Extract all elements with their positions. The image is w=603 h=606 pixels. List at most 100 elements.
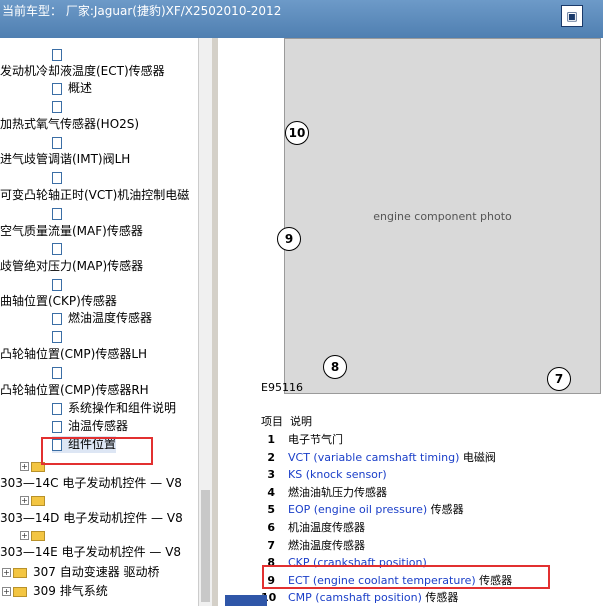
expand-toggle-icon[interactable]: + — [2, 568, 11, 577]
expand-toggle-icon[interactable]: + — [20, 496, 29, 505]
row-description: EOP (engine oil pressure) 传感器 — [288, 501, 464, 518]
tree-item-label: 307 自动变速器 驱动桥 — [33, 565, 160, 579]
tree-item[interactable] — [52, 328, 62, 345]
table-header: 项目 说明 — [261, 413, 312, 429]
tree-item-label: 概述 — [68, 81, 93, 95]
row-description: 燃油油轨压力传感器 — [288, 484, 387, 501]
tree-item[interactable] — [52, 169, 62, 186]
tree-item[interactable] — [52, 276, 62, 293]
tree-item[interactable]: 发动机冷却液温度(ECT)传感器 — [0, 63, 165, 80]
tree-scrollbar[interactable] — [198, 38, 212, 606]
row-description: 机油温度传感器 — [288, 519, 365, 536]
selected-item-highlight — [41, 437, 153, 465]
document-icon — [52, 278, 62, 291]
tree-item-label: 303—14D 电子发动机控件 — V8 — [0, 511, 183, 525]
tree-item[interactable] — [52, 98, 62, 115]
tree-item[interactable] — [52, 240, 62, 257]
document-icon — [52, 330, 62, 343]
row-suffix: 机油温度传感器 — [288, 521, 365, 534]
row-number: 5 — [267, 503, 275, 517]
document-icon — [52, 82, 62, 95]
tree-item[interactable] — [52, 364, 62, 381]
part-link[interactable]: CMP (camshaft position) — [288, 591, 422, 604]
row-description: VCT (variable camshaft timing) 电磁阀 — [288, 449, 496, 466]
row-suffix: 传感器 — [427, 503, 464, 517]
row-number: 3 — [267, 468, 275, 482]
tree-item[interactable] — [52, 205, 62, 222]
content-pane: engine component photo 10 9 8 7 E95116 项… — [218, 38, 603, 606]
row-number: 1 — [267, 433, 275, 446]
tree-item[interactable]: 燃油温度传感器 — [52, 310, 152, 327]
tree-item-label: 可变凸轮轴正时(VCT)机油控制电磁 — [0, 188, 190, 202]
tree-item[interactable]: +307 自动变速器 驱动桥 — [2, 564, 160, 581]
row-suffix: 传感器 — [421, 591, 459, 605]
scrollbar-thumb[interactable] — [201, 490, 210, 602]
document-icon — [52, 207, 62, 220]
row-description: 燃油温度传感器 — [288, 537, 365, 554]
tree-item[interactable]: 凸轮轴位置(CMP)传感器LH — [0, 346, 147, 363]
document-icon — [52, 402, 62, 415]
tree-item-label: 系统操作和组件说明 — [68, 401, 177, 415]
tree-item[interactable]: 加热式氧气传感器(HO2S) — [0, 116, 139, 133]
blue-bar — [225, 595, 267, 606]
callout-7: 7 — [547, 367, 571, 391]
tree-item[interactable] — [52, 134, 62, 151]
folder-icon — [31, 495, 45, 506]
row-number: 7 — [267, 538, 275, 552]
tree-item[interactable]: + — [20, 492, 45, 509]
tree-item-label: 歧管绝对压力(MAP)传感器 — [0, 259, 144, 273]
tree-item[interactable]: 进气歧管调谐(IMT)阀LH — [0, 151, 130, 168]
tree-item-label: 燃油温度传感器 — [68, 311, 153, 325]
row-suffix: 电磁阀 — [459, 450, 496, 464]
window-title: 当前车型： 厂家:Jaguar(捷豹)XF/X2502010-2012 — [2, 4, 282, 18]
tree-item[interactable]: 可变凸轮轴正时(VCT)机油控制电磁 — [0, 187, 189, 204]
document-icon — [52, 312, 62, 325]
tree-item-label: 发动机冷却液温度(ECT)传感器 — [0, 64, 165, 78]
tree-item-label: 凸轮轴位置(CMP)传感器RH — [0, 383, 149, 397]
restore-window-icon[interactable]: ▣ — [561, 5, 583, 27]
folder-icon — [13, 586, 27, 597]
tree-item[interactable]: +309 排气系统 — [2, 583, 108, 600]
tree-item-label: 空气质量流量(MAF)传感器 — [0, 224, 143, 238]
part-link[interactable]: KS (knock sensor) — [288, 468, 387, 481]
document-icon — [52, 242, 62, 255]
tree-item[interactable]: + — [20, 527, 45, 544]
tree-item-label: 油温传感器 — [68, 419, 129, 433]
tree-item-label: 进气歧管调谐(IMT)阀LH — [0, 152, 131, 166]
figure-placeholder: engine component photo — [373, 209, 512, 223]
tree-item[interactable]: 凸轮轴位置(CMP)传感器RH — [0, 382, 149, 399]
tree-item[interactable]: 歧管绝对压力(MAP)传感器 — [0, 258, 143, 275]
row-number: 4 — [267, 485, 275, 499]
tree-item-label: 309 排气系统 — [33, 584, 108, 598]
callout-8: 8 — [323, 355, 347, 379]
tree-item[interactable]: 303—14D 电子发动机控件 — V8 — [0, 510, 183, 527]
part-link[interactable]: EOP (engine oil pressure) — [288, 503, 427, 516]
tree-item[interactable] — [52, 46, 62, 63]
document-icon — [52, 136, 62, 149]
tree-item[interactable]: 303—14C 电子发动机控件 — V8 — [0, 475, 182, 492]
expand-toggle-icon[interactable]: + — [2, 587, 11, 596]
callout-9: 9 — [277, 227, 301, 251]
expand-toggle-icon[interactable]: + — [20, 531, 29, 540]
header-desc: 说明 — [290, 415, 312, 428]
tree-item-label: 凸轮轴位置(CMP)传感器LH — [0, 347, 148, 361]
tree-item[interactable]: 系统操作和组件说明 — [52, 400, 176, 417]
tree-item-label: 303—14E 电子发动机控件 — V8 — [0, 545, 182, 559]
tree-item-label: 303—14C 电子发动机控件 — V8 — [0, 476, 182, 490]
row-9-highlight — [262, 565, 550, 589]
tree-item[interactable]: 曲轴位置(CKP)传感器 — [0, 293, 117, 310]
title-bar: 当前车型： 厂家:Jaguar(捷豹)XF/X2502010-2012 ▣ — [0, 0, 603, 38]
part-link[interactable]: VCT (variable camshaft timing) — [288, 451, 459, 464]
expand-toggle-icon[interactable]: + — [20, 462, 29, 471]
document-icon — [52, 366, 62, 379]
document-icon — [52, 100, 62, 113]
row-number: 6 — [267, 521, 275, 534]
tree-item-label: 曲轴位置(CKP)传感器 — [0, 294, 117, 308]
tree-item[interactable]: 303—14E 电子发动机控件 — V8 — [0, 544, 181, 561]
engine-figure: engine component photo 10 9 8 7 — [277, 38, 601, 394]
navigation-tree[interactable]: 发动机冷却液温度(ECT)传感器 概述加热式氧气传感器(HO2S) 进气歧管调谐(I… — [0, 38, 198, 606]
tree-item[interactable]: 油温传感器 — [52, 418, 128, 435]
tree-item[interactable]: 空气质量流量(MAF)传感器 — [0, 223, 143, 240]
row-suffix: 燃油温度传感器 — [288, 538, 365, 552]
tree-item[interactable]: 概述 — [52, 80, 92, 97]
